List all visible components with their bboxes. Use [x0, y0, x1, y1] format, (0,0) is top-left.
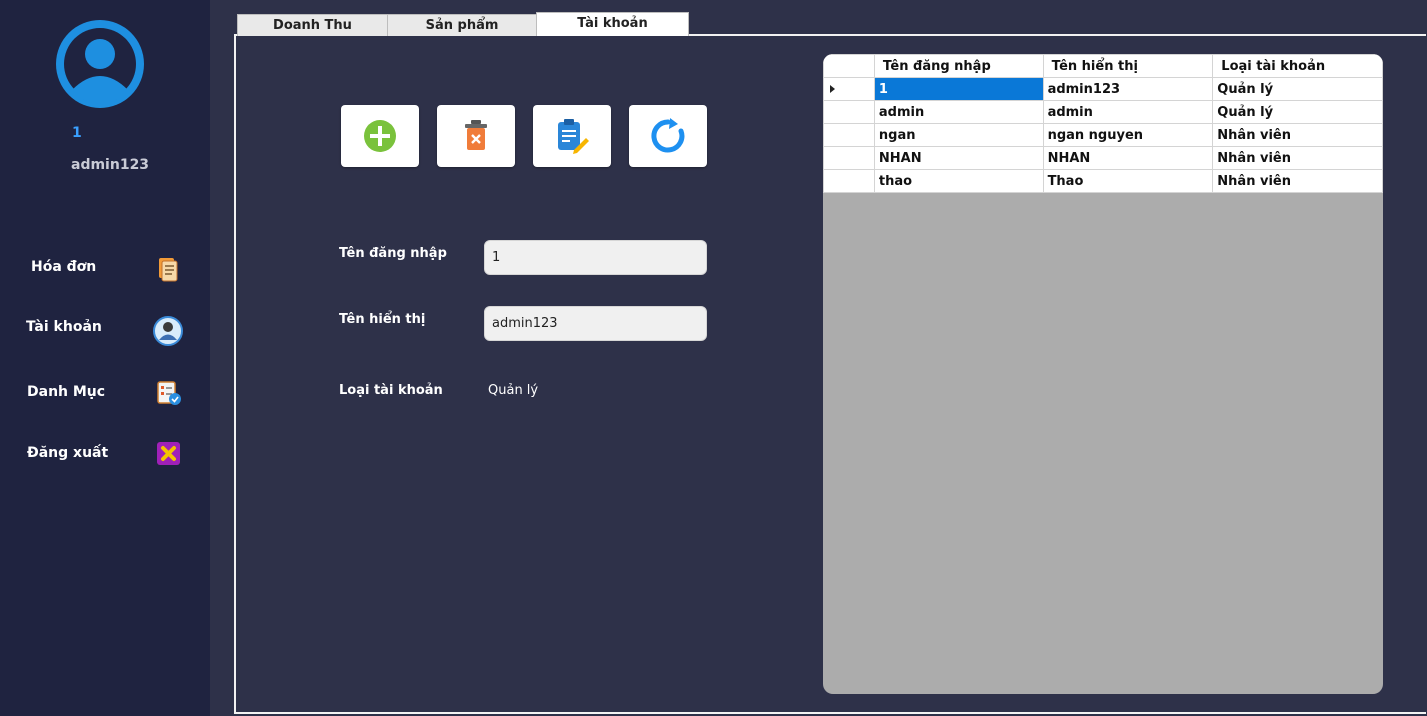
add-icon — [364, 120, 396, 152]
table-cell[interactable]: Quản lý — [1212, 77, 1383, 101]
row-header-corner — [823, 54, 875, 78]
table-cell[interactable]: NHAN — [873, 146, 1044, 170]
sidebar-item-label: Hóa đơn — [31, 259, 97, 275]
table-row[interactable]: ngan ngan nguyen Nhân viên — [823, 123, 1383, 147]
accounts-table: Tên đăng nhập Tên hiển thị Loại tài khoả… — [823, 54, 1383, 193]
table-cell[interactable]: NHAN — [1042, 146, 1214, 170]
sidebar-item-label: Đăng xuất — [27, 445, 109, 461]
logout-icon — [157, 442, 180, 465]
refresh-icon — [651, 118, 685, 153]
table-cell[interactable]: Quản lý — [1212, 100, 1383, 124]
table-cell[interactable]: Nhân viên — [1212, 146, 1383, 170]
add-button[interactable] — [341, 105, 419, 167]
column-header-username[interactable]: Tên đăng nhập — [873, 54, 1044, 78]
table-cell[interactable]: Thao — [1042, 169, 1214, 193]
invoice-icon — [159, 258, 178, 282]
user-avatar-icon — [56, 20, 144, 108]
table-cell[interactable]: 1 — [873, 77, 1044, 101]
table-header-row: Tên đăng nhập Tên hiển thị Loại tài khoả… — [823, 54, 1383, 78]
sidebar-item-invoice[interactable]: Hóa đơn — [0, 248, 210, 288]
table-cell[interactable]: Nhân viên — [1212, 123, 1383, 147]
sidebar: 1 admin123 Hóa đơn Tài khoản Danh Mục Đă… — [0, 0, 210, 716]
sidebar-item-account[interactable]: Tài khoản — [0, 308, 210, 348]
column-header-account-type[interactable]: Loại tài khoản — [1212, 54, 1383, 78]
row-header[interactable] — [823, 169, 875, 193]
row-header[interactable] — [823, 100, 875, 124]
table-cell[interactable]: thao — [873, 169, 1044, 193]
table-cell[interactable]: admin123 — [1042, 77, 1214, 101]
sidebar-item-category[interactable]: Danh Mục — [0, 372, 210, 412]
tab-revenue[interactable]: Doanh Thu — [237, 14, 388, 36]
sidebar-item-label: Tài khoản — [26, 319, 102, 335]
category-icon — [157, 381, 181, 405]
table-row[interactable]: admin admin Quản lý — [823, 100, 1383, 124]
accounts-grid[interactable]: Tên đăng nhập Tên hiển thị Loại tài khoả… — [823, 54, 1383, 694]
edit-icon — [558, 119, 589, 154]
delete-button[interactable] — [437, 105, 515, 167]
username-label: Tên đăng nhập — [339, 246, 447, 261]
display-name-input[interactable] — [484, 306, 707, 341]
table-cell[interactable]: Nhân viên — [1212, 169, 1383, 193]
table-row[interactable]: thao Thao Nhân viên — [823, 169, 1383, 193]
sidebar-item-label: Danh Mục — [27, 384, 106, 400]
table-row[interactable]: NHAN NHAN Nhân viên — [823, 146, 1383, 170]
account-icon — [153, 316, 183, 346]
user-id: 1 — [72, 125, 82, 141]
table-cell[interactable]: admin — [1042, 100, 1214, 124]
user-name: admin123 — [71, 157, 150, 173]
trash-icon — [465, 120, 487, 150]
account-type-value[interactable]: Quản lý — [488, 383, 538, 398]
display-name-label: Tên hiển thị — [339, 312, 426, 327]
tab-accounts[interactable]: Tài khoản — [536, 12, 689, 36]
table-cell[interactable]: ngan — [873, 123, 1044, 147]
row-header[interactable] — [823, 146, 875, 170]
account-type-label: Loại tài khoản — [339, 383, 443, 398]
tab-products[interactable]: Sản phẩm — [387, 14, 537, 36]
table-cell[interactable]: ngan nguyen — [1042, 123, 1214, 147]
sidebar-item-logout[interactable]: Đăng xuất — [0, 434, 210, 474]
username-input[interactable] — [484, 240, 707, 275]
row-header[interactable] — [823, 77, 875, 101]
current-row-arrow-icon — [830, 84, 835, 93]
column-header-display-name[interactable]: Tên hiển thị — [1042, 54, 1214, 78]
row-header[interactable] — [823, 123, 875, 147]
refresh-button[interactable] — [629, 105, 707, 167]
edit-button[interactable] — [533, 105, 611, 167]
table-row[interactable]: 1 admin123 Quản lý — [823, 77, 1383, 101]
table-cell[interactable]: admin — [873, 100, 1044, 124]
